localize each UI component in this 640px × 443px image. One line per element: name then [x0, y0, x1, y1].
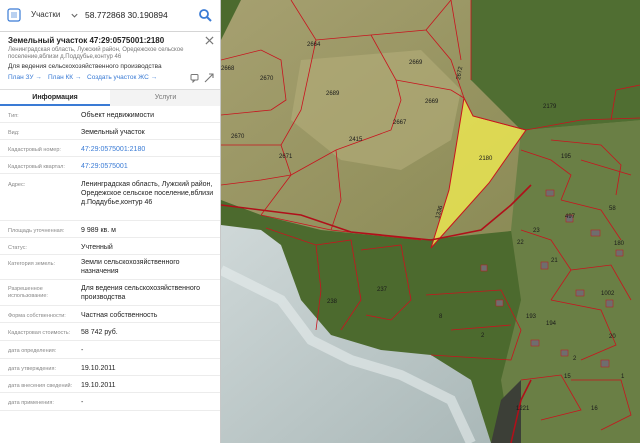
- attr-row: Адрес: Ленинградская область, Лужский ра…: [0, 174, 220, 221]
- attr-row: Кадастровый квартал: 47:29:0575001: [0, 157, 220, 174]
- parcel-label: 2664: [307, 42, 321, 48]
- attr-row: Форма собственности: Частная собственнос…: [0, 306, 220, 323]
- attr-row: Разрешенное использование: Для ведения с…: [0, 280, 220, 306]
- layer-select[interactable]: Участки: [31, 10, 60, 19]
- attr-value: Учтенный: [81, 244, 113, 251]
- parcel-label: 194: [546, 321, 557, 327]
- tab-services[interactable]: Услуги: [110, 90, 220, 106]
- search-input[interactable]: 58.772868 30.190894: [85, 10, 168, 20]
- parcel-label: 1221: [516, 406, 530, 412]
- attr-label: Тип:: [8, 113, 19, 119]
- parcel-label: 2689: [326, 91, 340, 97]
- attr-row: Категория земель: Земли сельскохозяйстве…: [0, 255, 220, 280]
- attr-label: Категория земель:: [8, 261, 56, 267]
- parcel-label: 2179: [543, 104, 557, 110]
- attr-label: Кадастровый квартал:: [8, 164, 65, 170]
- plan-zu-link[interactable]: План ЗУ →: [8, 74, 42, 81]
- share-icon[interactable]: [204, 73, 214, 83]
- attr-row: Вид: Земельный участок: [0, 123, 220, 140]
- attr-value: Земельный участок: [81, 129, 145, 136]
- attr-value: 9 989 кв. м: [81, 227, 116, 234]
- attr-value: -: [81, 347, 84, 354]
- attr-value: Земли сельскохозяйственного назначения: [81, 259, 180, 275]
- parcel-purpose: Для ведения сельскохозяйственного произв…: [8, 63, 162, 70]
- close-icon[interactable]: [205, 36, 214, 45]
- parcel-title: Земельный участок 47:29:0575001:2180: [8, 36, 165, 45]
- parcel-label: 2671: [279, 154, 293, 160]
- layers-icon[interactable]: [7, 8, 21, 22]
- parcel-label: 21: [551, 258, 558, 264]
- parcel-label: 2669: [425, 99, 439, 105]
- attr-value: 58 742 руб.: [81, 329, 118, 336]
- attr-row: дата применения: -: [0, 393, 220, 411]
- attr-value: Частная собственность: [81, 312, 158, 319]
- attr-label: дата утверждения:: [8, 366, 57, 372]
- attr-row: Площадь уточненная: 9 989 кв. м: [0, 221, 220, 238]
- parcel-label: 2667: [393, 120, 407, 126]
- parcel-label: 23: [533, 228, 540, 234]
- attr-value: 19.10.2011: [81, 365, 116, 372]
- parcel-label: 1002: [601, 291, 615, 297]
- tab-information[interactable]: Информация: [0, 90, 110, 106]
- parcel-label: 16: [591, 406, 598, 412]
- parcel-label: 15: [564, 374, 571, 380]
- attr-label: Кадастровый номер:: [8, 147, 61, 153]
- chevron-down-icon[interactable]: [70, 11, 79, 20]
- attr-label: дата определения:: [8, 348, 57, 354]
- map-canvas[interactable]: 2664 2668 2670 2669 2689 2669 2667 2415 …: [221, 0, 640, 443]
- attr-label: Разрешенное использование:: [8, 286, 48, 299]
- search-icon[interactable]: [198, 8, 212, 22]
- attr-row: дата внесения сведений: 19.10.2011: [0, 376, 220, 393]
- parcel-label: 193: [526, 314, 537, 320]
- tab-bar: Информация Услуги: [0, 89, 220, 106]
- attr-value: -: [81, 399, 84, 406]
- parcel-label: 195: [561, 154, 572, 160]
- attr-row: Тип: Объект недвижимости: [0, 107, 220, 123]
- attr-value: 19.10.2011: [81, 382, 116, 389]
- parcel-label: 2670: [260, 76, 274, 82]
- attr-label: Адрес:: [8, 182, 26, 188]
- attr-label: Форма собственности:: [8, 313, 66, 319]
- parcel-label: 2669: [409, 60, 423, 66]
- parcel-label: 237: [377, 287, 388, 293]
- parcel-label: 2415: [349, 137, 363, 143]
- attr-value: Для ведения сельскохозяйственного произв…: [81, 285, 201, 301]
- attr-label: Площадь уточненная:: [8, 228, 65, 234]
- cadastral-number-link[interactable]: 47:29:0575001:2180: [81, 145, 217, 154]
- attr-label: Статус:: [8, 245, 27, 251]
- create-zhs-link[interactable]: Создать участок ЖС →: [87, 74, 157, 81]
- parcel-address: Ленинградская область, Лужский район, Ор…: [8, 47, 184, 60]
- comment-icon[interactable]: [190, 73, 200, 83]
- village-area: [501, 120, 640, 443]
- attr-value: Объект недвижимости: [81, 112, 155, 119]
- info-panel: Участки 58.772868 30.190894 Земельный уч…: [0, 0, 221, 443]
- attr-row: Статус: Учтенный: [0, 238, 220, 255]
- cadastral-quarter-link[interactable]: 47:29:0575001: [81, 162, 217, 171]
- search-bar: Участки 58.772868 30.190894: [0, 0, 220, 32]
- parcel-label: 2668: [221, 66, 235, 72]
- attr-row: дата определения: -: [0, 341, 220, 359]
- attr-label: Кадастровая стоимость:: [8, 330, 71, 336]
- attr-label: дата внесения сведений:: [8, 383, 73, 389]
- attr-value: Ленинградская область, Лужский район, Ор…: [81, 181, 214, 206]
- parcel-label: 22: [517, 240, 524, 246]
- parcel-label: 20: [609, 334, 616, 340]
- parcel-label: 497: [565, 214, 576, 220]
- attr-row: Кадастровый номер: 47:29:0575001:2180: [0, 140, 220, 157]
- attr-row: дата утверждения: 19.10.2011: [0, 359, 220, 376]
- plan-kk-link[interactable]: План КК →: [48, 74, 81, 81]
- cadastral-map[interactable]: 2664 2668 2670 2669 2689 2669 2667 2415 …: [221, 0, 640, 443]
- parcel-label: 2670: [231, 134, 245, 140]
- parcel-label: 238: [327, 299, 338, 305]
- attr-label: дата применения:: [8, 400, 54, 406]
- attr-label: Вид:: [8, 130, 20, 136]
- attr-row: Кадастровая стоимость: 58 742 руб.: [0, 323, 220, 341]
- parcel-label: 58: [609, 206, 616, 212]
- parcel-label: 180: [614, 241, 625, 247]
- parcel-label-2180: 2180: [479, 156, 493, 162]
